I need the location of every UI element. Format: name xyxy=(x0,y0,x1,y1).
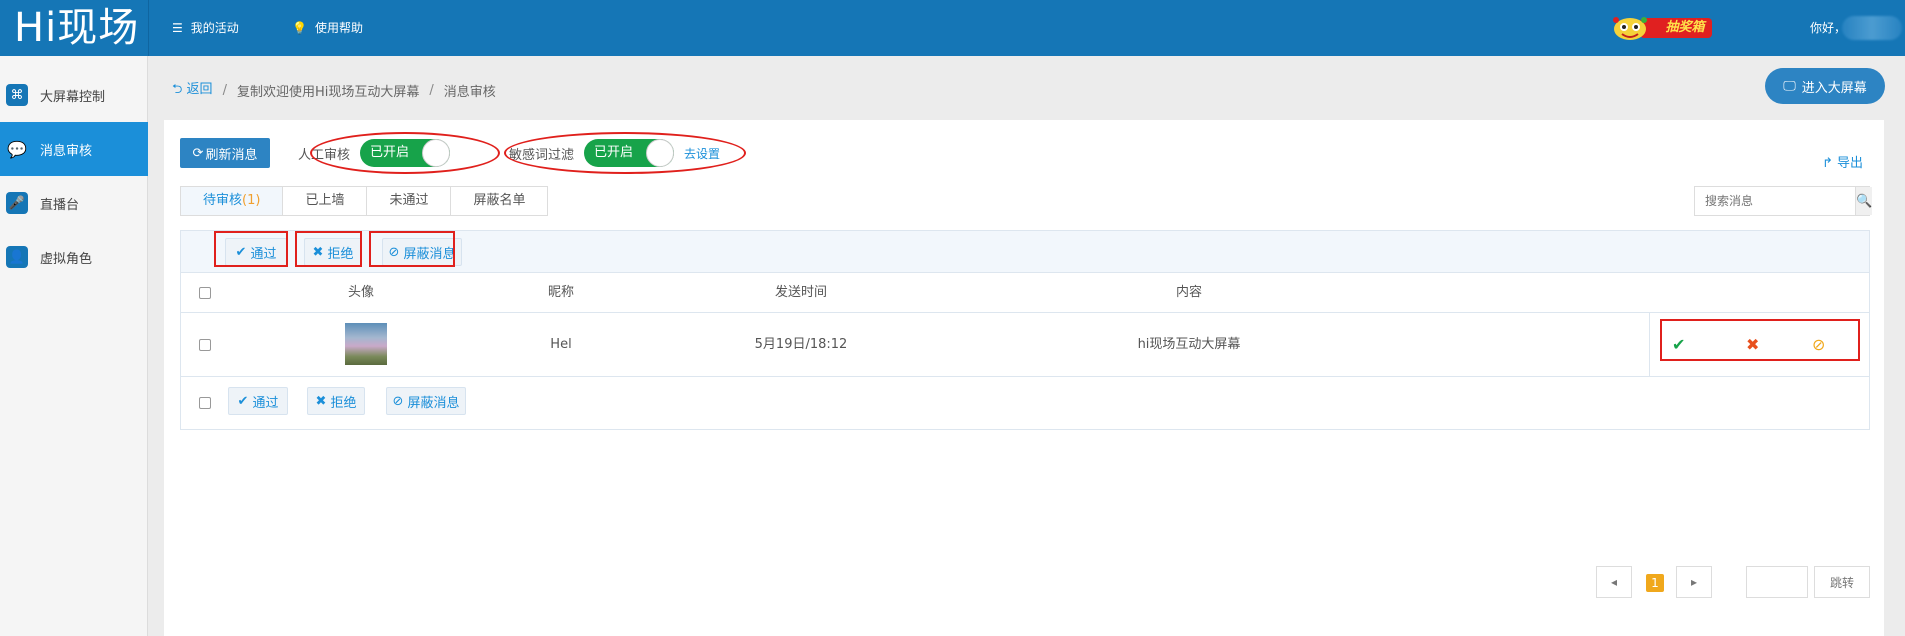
logo-divider xyxy=(148,0,149,56)
breadcrumb-item-current: 消息审核 xyxy=(443,84,496,100)
table-bottom-toolbar: ✔ 通过 ✖ 拒绝 ⊘ 屏蔽消息 xyxy=(181,377,1869,429)
tab-rejected[interactable]: 未通过 xyxy=(367,187,452,215)
current-page[interactable]: 1 xyxy=(1646,574,1664,592)
lottery-label: 抽奖箱 xyxy=(1640,18,1712,38)
table-row: Hel 5月19日/18:12 hi现场互动大屏幕 ✔ ✖ ⊘ xyxy=(181,313,1869,377)
tab-pending-label: 待审核 xyxy=(203,193,243,208)
reject-button-bottom[interactable]: ✖ 拒绝 xyxy=(307,387,365,415)
nav-my-activities[interactable]: ☰ 我的活动 xyxy=(172,0,239,56)
top-bar: Hi现场 ☰ 我的活动 💡 使用帮助 抽奖箱 你好， xyxy=(0,0,1905,56)
caret-right-icon: ▸ xyxy=(1690,575,1698,589)
export-link[interactable]: ↱ 导出 xyxy=(1822,152,1863,171)
block-message-button-bottom[interactable]: ⊘ 屏蔽消息 xyxy=(386,387,466,415)
refresh-label: 刷新消息 xyxy=(205,147,258,163)
column-nickname: 昵称 xyxy=(547,285,574,300)
sidebar-item-label: 消息审核 xyxy=(40,143,93,159)
sidebar-item-message-review[interactable]: 💬 消息审核 xyxy=(0,122,148,176)
select-all-checkbox-bottom[interactable] xyxy=(199,397,211,409)
column-send-time: 发送时间 xyxy=(774,285,827,300)
nav-help[interactable]: 💡 使用帮助 xyxy=(292,0,363,56)
export-label: 导出 xyxy=(1837,156,1864,171)
tab-pending[interactable]: 待审核(1) xyxy=(181,187,284,215)
prev-page-button[interactable]: ◂ xyxy=(1596,566,1632,598)
monitor-icon: 🖵 xyxy=(1783,78,1796,94)
refresh-messages-button[interactable]: ⟳ 刷新消息 xyxy=(180,138,270,168)
avatar xyxy=(345,323,387,365)
sidebar-item-live[interactable]: 🎤 直播台 xyxy=(0,176,148,230)
message-table: ✔ 通过 ✖ 拒绝 ⊘ 屏蔽消息 头像 昵称 发送时间 内容 Hel 5月19日… xyxy=(180,230,1870,430)
nav-my-activities-label: 我的活动 xyxy=(190,21,239,35)
highlight-box-block xyxy=(369,231,455,267)
command-icon: ⌘ xyxy=(6,84,28,106)
lottery-mascot-icon xyxy=(1613,17,1647,40)
sidebar-item-screen-control[interactable]: ⌘ 大屏幕控制 xyxy=(0,68,148,122)
tab-on-wall[interactable]: 已上墙 xyxy=(283,187,368,215)
row-content: hi现场互动大屏幕 xyxy=(1137,337,1241,352)
user-name-blurred[interactable] xyxy=(1842,16,1902,40)
back-label: 返回 xyxy=(186,82,213,97)
page-jump-input[interactable] xyxy=(1746,566,1808,598)
highlight-ellipse-sensitive-filter xyxy=(504,132,746,174)
caret-left-icon: ◂ xyxy=(1610,575,1618,589)
user-greeting: 你好， xyxy=(1810,21,1847,35)
tab-pending-count: (1) xyxy=(242,193,261,208)
next-page-button[interactable]: ▸ xyxy=(1676,566,1712,598)
highlight-box-reject xyxy=(295,231,362,267)
chat-bubble-icon: 💬 xyxy=(7,139,27,159)
refresh-icon: ⟳ xyxy=(192,145,204,161)
list-icon: ☰ xyxy=(172,21,183,35)
breadcrumb-separator: / xyxy=(429,82,434,98)
main-content: ⮌ 返回 / 复制欢迎使用Hi现场互动大屏幕 / 消息审核 🖵 进入大屏幕 ⟳ … xyxy=(164,56,1905,636)
column-avatar: 头像 xyxy=(347,285,374,300)
highlight-box-approve xyxy=(214,231,288,267)
highlight-ellipse-manual-review xyxy=(310,132,500,174)
lightbulb-icon: 💡 xyxy=(292,21,307,35)
enter-big-screen-button[interactable]: 🖵 进入大屏幕 xyxy=(1765,68,1885,104)
microphone-icon: 🎤 xyxy=(6,192,28,214)
message-search: 🔍 xyxy=(1694,186,1873,216)
approve-button-bottom[interactable]: ✔ 通过 xyxy=(228,387,288,415)
table-header: 头像 昵称 发送时间 内容 xyxy=(181,273,1869,313)
sidebar-item-label: 直播台 xyxy=(40,197,80,213)
person-icon: 👤 xyxy=(6,246,28,268)
jump-button[interactable]: 跳转 xyxy=(1814,566,1870,598)
cross-icon: ✖ xyxy=(315,393,327,409)
nav-help-label: 使用帮助 xyxy=(314,21,363,35)
column-content: 内容 xyxy=(1175,285,1202,300)
sidebar-item-virtual-role[interactable]: 👤 虚拟角色 xyxy=(0,230,148,284)
block-icon: ⊘ xyxy=(392,393,404,409)
block-label: 屏蔽消息 xyxy=(407,395,460,411)
breadcrumb: ⮌ 返回 / 复制欢迎使用Hi现场互动大屏幕 / 消息审核 xyxy=(172,78,496,102)
enter-big-screen-label: 进入大屏幕 xyxy=(1801,80,1867,96)
tab-blocklist[interactable]: 屏蔽名单 xyxy=(451,187,548,215)
back-link[interactable]: ⮌ 返回 xyxy=(172,78,213,102)
highlight-box-row-actions xyxy=(1660,319,1860,361)
row-actions: ✔ ✖ ⊘ xyxy=(1649,313,1869,377)
check-icon: ✔ xyxy=(237,393,249,409)
sidebar-item-label: 虚拟角色 xyxy=(40,251,93,267)
status-tabs: 待审核(1) 已上墙 未通过 屏蔽名单 xyxy=(180,186,549,216)
sidebar: ⌘ 大屏幕控制 💬 消息审核 🎤 直播台 👤 虚拟角色 xyxy=(0,56,148,636)
table-top-toolbar: ✔ 通过 ✖ 拒绝 ⊘ 屏蔽消息 xyxy=(181,231,1869,273)
export-icon: ↱ xyxy=(1822,156,1833,171)
search-icon[interactable]: 🔍 xyxy=(1855,187,1873,215)
review-panel: ⟳ 刷新消息 人工审核 已开启 敏感词过滤 已开启 去设置 ↱ 导出 待审核(1… xyxy=(164,120,1884,636)
breadcrumb-separator: / xyxy=(222,82,227,98)
row-nickname: Hel xyxy=(550,337,572,352)
app-logo[interactable]: Hi现场 xyxy=(0,0,148,56)
sidebar-item-label: 大屏幕控制 xyxy=(40,89,106,105)
reject-label: 拒绝 xyxy=(330,395,357,411)
search-input[interactable] xyxy=(1695,187,1855,215)
row-checkbox[interactable] xyxy=(199,339,211,351)
approve-label: 通过 xyxy=(252,395,279,411)
breadcrumb-item-activity[interactable]: 复制欢迎使用Hi现场互动大屏幕 xyxy=(237,81,419,100)
select-all-checkbox[interactable] xyxy=(199,287,211,299)
lottery-box-button[interactable]: 抽奖箱 xyxy=(1610,14,1712,42)
row-send-time: 5月19日/18:12 xyxy=(754,337,848,352)
